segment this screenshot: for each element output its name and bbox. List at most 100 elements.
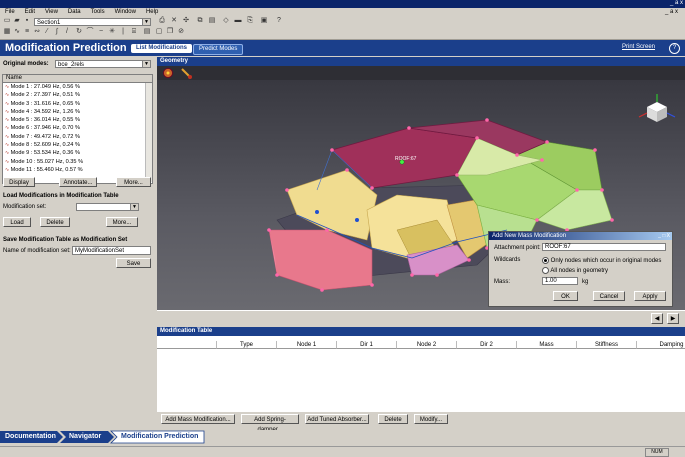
- tab-list-modifications[interactable]: List Modifications: [131, 44, 192, 53]
- printer-icon[interactable]: ⎘: [246, 17, 254, 25]
- column-header[interactable]: Node 2: [397, 341, 457, 349]
- rotate-icon[interactable]: ↻: [75, 28, 83, 36]
- list-item[interactable]: ∿ Mode 2 : 27.397 Hz, 0.51 %: [3, 91, 152, 99]
- add-spring-damper-button[interactable]: Add Spring-damper...: [241, 414, 299, 433]
- breadcrumb-navigator[interactable]: Navigator: [64, 431, 106, 442]
- column-header[interactable]: Damping: [637, 341, 685, 349]
- bar-icon[interactable]: |: [119, 28, 127, 36]
- open-folder-icon[interactable]: ▰: [13, 17, 21, 25]
- delete-modification-button[interactable]: Delete: [378, 414, 408, 424]
- grid-icon[interactable]: ▦: [3, 28, 11, 36]
- table-icon[interactable]: ▤: [143, 28, 151, 36]
- breadcrumb-documentation[interactable]: Documentation: [0, 431, 61, 442]
- list-item[interactable]: ∿ Mode 10 : 55.027 Hz, 0.35 %: [3, 158, 152, 166]
- column-header[interactable]: [157, 341, 217, 349]
- modification-set-select[interactable]: ▼: [76, 203, 139, 211]
- tab-predict-modes[interactable]: Predict Modes: [193, 44, 244, 55]
- cancel-button[interactable]: Cancel: [593, 291, 625, 301]
- option-original-nodes[interactable]: Only nodes which occur in original modes: [542, 257, 661, 264]
- next-arrow-icon[interactable]: ▶: [667, 313, 679, 324]
- modes-list[interactable]: Name ∿ Mode 1 : 27.049 Hz, 0.56 % ∿ Mode …: [2, 74, 153, 184]
- geometry-tool-icons[interactable]: [160, 66, 200, 80]
- slash-icon[interactable]: /: [63, 28, 71, 36]
- minus-icon[interactable]: −: [97, 28, 105, 36]
- list-item[interactable]: ∿ Mode 4 : 34.592 Hz, 1.26 %: [3, 108, 152, 116]
- original-modes-select[interactable]: bce_2rels ▼: [55, 60, 151, 68]
- list-item[interactable]: ∿ Mode 6 : 37.946 Hz, 0.70 %: [3, 124, 152, 132]
- option-all-nodes[interactable]: All nodes in geometry: [542, 267, 608, 274]
- attachment-point-input[interactable]: ROOF:67: [542, 243, 666, 251]
- more-button[interactable]: More...: [116, 177, 151, 187]
- menu-help[interactable]: Help: [141, 8, 163, 15]
- delete-button[interactable]: Delete: [40, 217, 70, 227]
- window-controls[interactable]: _ a x: [670, 0, 683, 6]
- more-button-2[interactable]: More...: [106, 217, 138, 227]
- list-item[interactable]: ∿ Mode 3 : 31.616 Hz, 0.65 %: [3, 100, 152, 108]
- frame-icon[interactable]: ▢: [155, 28, 163, 36]
- menu-data[interactable]: Data: [63, 8, 86, 15]
- dialog-window-buttons[interactable]: _ □ X: [658, 232, 670, 240]
- column-header[interactable]: Type: [217, 341, 277, 349]
- radio-unselected-icon[interactable]: [542, 267, 549, 274]
- new-file-icon[interactable]: ▭: [3, 17, 11, 25]
- radio-selected-icon[interactable]: [542, 257, 549, 264]
- list-header[interactable]: Name: [3, 75, 152, 83]
- link-icon[interactable]: ⊘: [177, 28, 185, 36]
- help-icon[interactable]: ?: [669, 43, 680, 54]
- menu-edit[interactable]: Edit: [20, 8, 40, 15]
- mass-input[interactable]: 1.00: [542, 277, 578, 285]
- breadcrumb-modification-prediction[interactable]: Modification Prediction: [116, 431, 203, 442]
- paste-icon[interactable]: ▤: [208, 17, 216, 25]
- copy-view-icon[interactable]: ❐: [166, 28, 174, 36]
- menu-view[interactable]: View: [40, 8, 63, 15]
- print-preview-icon[interactable]: ▬: [234, 17, 242, 25]
- add-mass-modification-button[interactable]: Add Mass Modification...: [161, 414, 235, 424]
- wave-icon[interactable]: ∾: [33, 28, 41, 36]
- curve-left-icon[interactable]: ⌒: [86, 28, 94, 36]
- annotate-button[interactable]: Annotate...: [59, 177, 97, 187]
- list-item[interactable]: ∿ Mode 9 : 53.534 Hz, 0.36 %: [3, 149, 152, 157]
- screen-icon[interactable]: ▣: [260, 17, 268, 25]
- list-item[interactable]: ∿ Mode 5 : 36.014 Hz, 0.55 %: [3, 116, 152, 124]
- shape-icon[interactable]: ◇: [222, 17, 230, 25]
- column-header[interactable]: Mass: [517, 341, 577, 349]
- vertical-scrollbar[interactable]: [145, 83, 152, 182]
- display-button[interactable]: Display: [3, 177, 35, 187]
- previous-arrow-icon[interactable]: ◀: [651, 313, 663, 324]
- add-tuned-absorber-button[interactable]: Add Tuned Absorber...: [305, 414, 369, 424]
- apply-button[interactable]: Apply: [634, 291, 666, 301]
- print-icon[interactable]: ⎙: [158, 17, 166, 25]
- list-item[interactable]: ∿ Mode 11 : 55.460 Hz, 0.57 %: [3, 166, 152, 174]
- list-item[interactable]: ∿ Mode 8 : 52.609 Hz, 0.24 %: [3, 141, 152, 149]
- print-screen-link[interactable]: Print Screen: [622, 44, 655, 50]
- modification-set-name-input[interactable]: MyModificationSet: [72, 246, 151, 255]
- document-controls[interactable]: _ a x: [660, 8, 683, 15]
- curve-icon[interactable]: ∿: [13, 28, 21, 36]
- chevron-down-icon: ▼: [142, 19, 150, 25]
- list-item[interactable]: ∿ Mode 7 : 49.472 Hz, 0.72 %: [3, 133, 152, 141]
- lock-icon[interactable]: ⌸: [130, 28, 138, 36]
- column-header[interactable]: Dir 2: [457, 341, 517, 349]
- whats-this-icon[interactable]: ?: [275, 17, 283, 25]
- move-icon[interactable]: ✣: [182, 17, 190, 25]
- load-button[interactable]: Load: [3, 217, 31, 227]
- menu-window[interactable]: Window: [110, 8, 141, 15]
- save-button[interactable]: Save: [116, 258, 151, 268]
- copy-icon[interactable]: ⧉: [196, 17, 204, 25]
- ok-button[interactable]: OK: [553, 291, 578, 301]
- column-header[interactable]: Dir 1: [337, 341, 397, 349]
- column-header[interactable]: Node 1: [277, 341, 337, 349]
- section-select[interactable]: Section1 ▼: [34, 18, 151, 26]
- cut-icon[interactable]: ✕: [170, 17, 178, 25]
- list-item[interactable]: ∿ Mode 1 : 27.049 Hz, 0.56 %: [3, 83, 152, 91]
- save-icon[interactable]: ▪: [23, 17, 31, 25]
- asterisk-icon[interactable]: ✳: [108, 28, 116, 36]
- menu-file[interactable]: File: [0, 8, 20, 15]
- modification-table[interactable]: Type Node 1 Dir 1 Node 2 Dir 2 Mass Stiffness D…: [157, 336, 685, 412]
- lines-icon[interactable]: ≡: [23, 28, 31, 36]
- menu-tools[interactable]: Tools: [86, 8, 110, 15]
- scale-icon[interactable]: ∫: [53, 28, 61, 36]
- modify-button[interactable]: Modify...: [414, 414, 448, 424]
- column-header[interactable]: Stiffness: [577, 341, 637, 349]
- pen-icon[interactable]: ⁄: [43, 28, 51, 36]
